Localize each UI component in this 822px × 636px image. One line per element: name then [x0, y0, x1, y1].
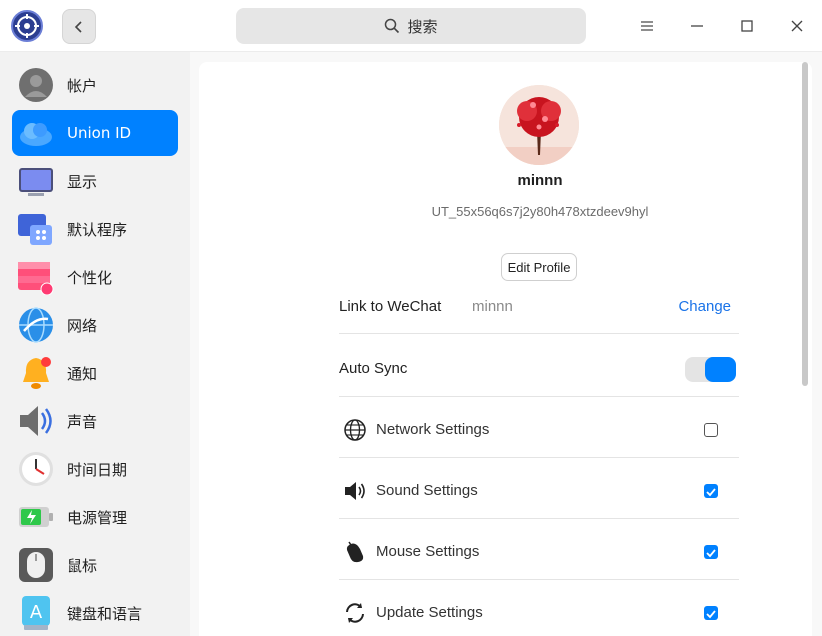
bell-icon — [23, 357, 51, 389]
checkmark-icon — [706, 488, 716, 497]
account-icon — [19, 68, 53, 102]
sidebar-item-label: 个性化 — [67, 268, 113, 287]
sidebar-item-label: 默认程序 — [67, 220, 128, 239]
back-button[interactable] — [62, 9, 96, 44]
sync-item-label: Sound Settings — [376, 482, 478, 499]
sidebar-item-label: 电源管理 — [67, 508, 128, 527]
auto-sync-label: Auto Sync — [339, 360, 408, 377]
divider — [339, 579, 739, 580]
sidebar-item-label: 时间日期 — [67, 460, 128, 479]
sync-item-sound: Sound Settings — [339, 479, 739, 503]
update-settings-checkbox[interactable] — [704, 606, 718, 620]
divider — [339, 333, 739, 334]
change-link[interactable]: Change — [678, 298, 731, 315]
mouse-icon — [19, 548, 53, 582]
minimize-button[interactable] — [683, 12, 711, 40]
divider — [339, 457, 739, 458]
minimize-icon — [691, 25, 703, 27]
username: minnn — [517, 172, 563, 189]
sidebar-item-display[interactable]: 显示 — [12, 158, 178, 204]
clock-icon — [19, 452, 53, 486]
sidebar-item-label: 声音 — [67, 412, 98, 431]
sidebar-item-power[interactable]: 电源管理 — [12, 494, 178, 540]
default-apps-icon — [18, 214, 52, 245]
maximize-icon — [741, 20, 753, 32]
sidebar-item-network[interactable]: 网络 — [12, 302, 178, 348]
sidebar-item-sound[interactable]: 声音 — [12, 398, 178, 444]
chevron-left-icon — [74, 20, 82, 33]
speaker-icon — [345, 482, 365, 500]
network-settings-checkbox[interactable] — [704, 423, 718, 437]
edit-profile-button[interactable]: Edit Profile — [501, 253, 577, 281]
sidebar-item-label: 鼠标 — [67, 556, 98, 575]
sync-item-update: Update Settings — [339, 601, 739, 625]
toggle-knob — [705, 357, 736, 382]
sidebar-item-notifications[interactable]: 通知 — [12, 350, 178, 396]
sidebar-item-default-apps[interactable]: 默认程序 — [12, 206, 178, 252]
wechat-label: Link to WeChat — [339, 298, 442, 315]
svg-text:A: A — [30, 602, 43, 623]
globe-icon — [344, 419, 366, 441]
user-id: UT_55x56q6s7j2y80h478xtzdeev9hyl — [431, 204, 649, 219]
scrollbar[interactable] — [802, 62, 808, 386]
wechat-value: minnn — [472, 298, 513, 315]
search-icon — [385, 18, 400, 34]
sidebar-item-union-id[interactable]: Union ID — [12, 110, 178, 156]
sidebar-item-keyboard[interactable]: A 键盘和语言 — [12, 590, 178, 636]
refresh-icon — [346, 603, 364, 623]
menu-icon — [641, 21, 653, 31]
sidebar: 帐户 Union ID 显示 默认程序 个性化 网络 通知 声音 时间日期 电源… — [0, 52, 190, 636]
sidebar-item-label: 通知 — [67, 364, 98, 383]
close-icon — [791, 20, 803, 32]
sidebar-item-account[interactable]: 帐户 — [12, 62, 178, 108]
auto-sync-toggle[interactable] — [685, 357, 736, 382]
mouse-settings-checkbox[interactable] — [704, 545, 718, 559]
app-logo-icon[interactable] — [11, 10, 43, 42]
checkmark-icon — [706, 610, 716, 619]
divider — [339, 396, 739, 397]
wechat-row: Link to WeChat minnn Change — [339, 298, 739, 318]
mouse-icon — [346, 541, 364, 563]
sound-settings-checkbox[interactable] — [704, 484, 718, 498]
sidebar-item-label: 显示 — [67, 172, 98, 191]
title-bar: 搜索 — [0, 0, 822, 52]
sync-item-label: Mouse Settings — [376, 543, 480, 560]
display-icon — [19, 168, 53, 196]
divider — [339, 518, 739, 519]
sidebar-item-mouse[interactable]: 鼠标 — [12, 542, 178, 588]
sidebar-item-label: 网络 — [67, 316, 98, 335]
sync-item-mouse: Mouse Settings — [339, 540, 739, 564]
sync-item-label: Update Settings — [376, 604, 483, 621]
search-placeholder: 搜索 — [407, 17, 438, 36]
avatar[interactable] — [499, 85, 579, 165]
close-button[interactable] — [783, 12, 811, 40]
sidebar-item-personalization[interactable]: 个性化 — [12, 254, 178, 300]
cloud-icon — [20, 123, 52, 146]
sidebar-item-label: 帐户 — [67, 76, 98, 95]
auto-sync-row: Auto Sync — [339, 360, 739, 380]
search-input[interactable]: 搜索 — [236, 8, 586, 44]
keyboard-icon: A — [22, 596, 50, 630]
sync-item-network: Network Settings — [339, 418, 739, 442]
sidebar-item-date-time[interactable]: 时间日期 — [12, 446, 178, 492]
speaker-icon — [20, 406, 52, 436]
menu-button[interactable] — [633, 12, 661, 40]
sidebar-item-label: 键盘和语言 — [67, 604, 143, 623]
network-icon — [19, 307, 53, 343]
sync-item-label: Network Settings — [376, 421, 490, 438]
checkmark-icon — [706, 549, 716, 558]
personalization-icon — [18, 262, 54, 295]
battery-icon — [19, 507, 53, 527]
sidebar-item-label: Union ID — [67, 124, 132, 142]
maximize-button[interactable] — [733, 12, 761, 40]
